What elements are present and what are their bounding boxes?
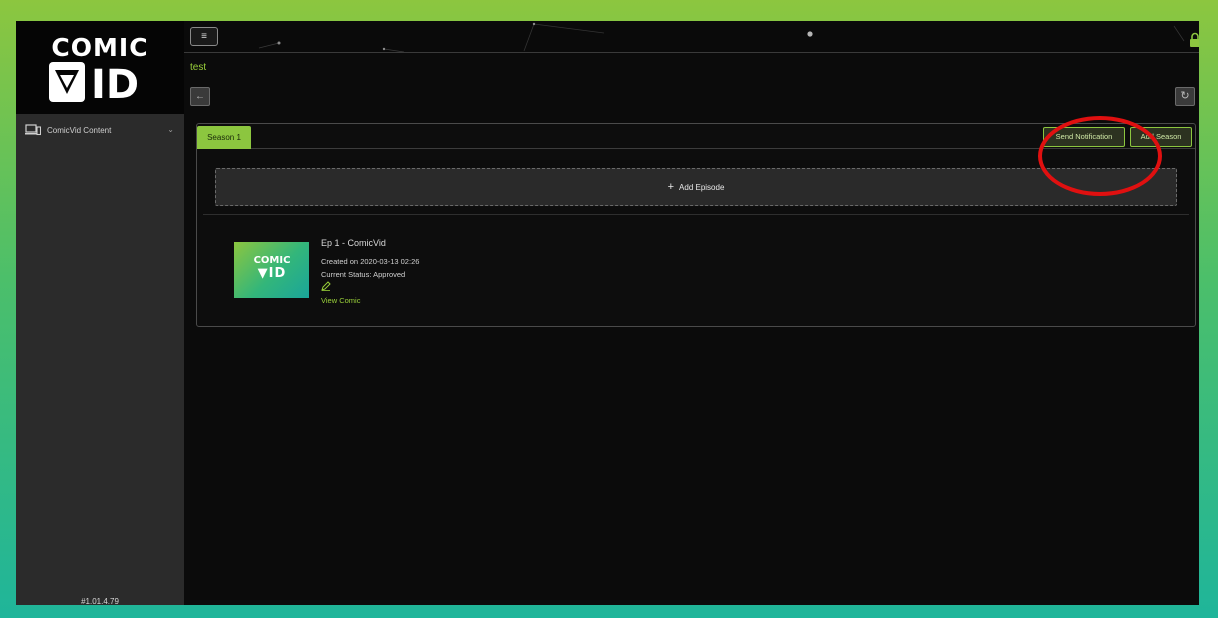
episode-created-date: Created on 2020-03-13 02:26 bbox=[321, 257, 420, 266]
play-triangle-icon: ▼ bbox=[257, 266, 269, 281]
logo[interactable]: COMIC ID bbox=[16, 21, 184, 114]
sidebar-item-comicvid-content[interactable]: ComicVid Content ⌄ bbox=[16, 121, 184, 139]
add-episode-button[interactable]: + Add Episode bbox=[215, 168, 1177, 206]
divider bbox=[203, 214, 1189, 215]
plus-icon: + bbox=[667, 181, 675, 193]
logo-bottom-text: ID bbox=[91, 62, 139, 102]
tab-season-1[interactable]: Season 1 bbox=[197, 126, 251, 149]
app-window: COMIC ID ComicVid Content ⌄ #1.01.4.79 ≡ bbox=[16, 21, 1199, 605]
logo-vid-mark: ID bbox=[49, 62, 139, 102]
thumbnail-logo: COMIC ▼ID bbox=[246, 256, 298, 282]
thumbnail-logo-top: COMIC bbox=[253, 255, 291, 266]
episode-thumbnail[interactable]: COMIC ▼ID bbox=[234, 242, 309, 298]
refresh-button[interactable]: ↻ bbox=[1175, 87, 1195, 106]
edit-icon[interactable] bbox=[321, 281, 331, 291]
thumbnail-logo-bottom: ID bbox=[268, 266, 287, 281]
refresh-icon: ↻ bbox=[1180, 90, 1190, 102]
episode-title: Ep 1 - ComicVid bbox=[321, 238, 386, 248]
header-constellation-decoration bbox=[258, 22, 1185, 53]
sidebar-item-label: ComicVid Content bbox=[47, 125, 112, 135]
logo-top-text: COMIC bbox=[51, 33, 149, 62]
breadcrumb[interactable]: test bbox=[190, 62, 206, 73]
view-comic-link[interactable]: View Comic bbox=[321, 296, 360, 305]
chevron-down-icon: ⌄ bbox=[167, 125, 174, 134]
devices-icon bbox=[25, 124, 41, 136]
highlight-annotation-circle bbox=[1038, 116, 1162, 196]
arrow-left-icon: ← bbox=[195, 91, 205, 102]
add-episode-label: Add Episode bbox=[679, 182, 725, 192]
version-label: #1.01.4.79 bbox=[81, 597, 119, 605]
sidebar: COMIC ID ComicVid Content ⌄ #1.01.4.79 bbox=[16, 21, 184, 605]
back-button[interactable]: ← bbox=[190, 87, 210, 106]
episode-status: Current Status: Approved bbox=[321, 270, 406, 279]
